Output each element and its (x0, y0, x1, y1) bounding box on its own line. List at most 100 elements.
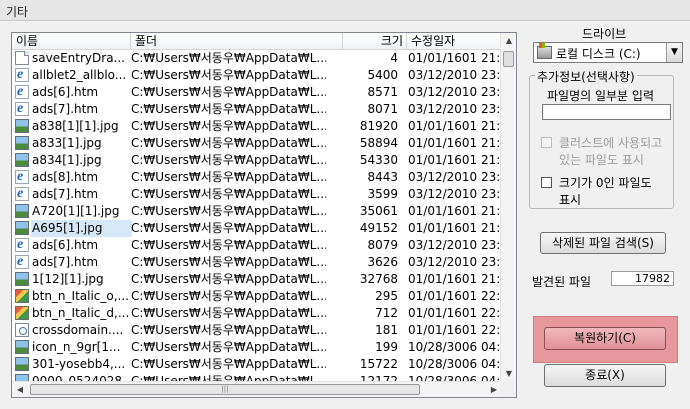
file-name-cell: ads[7].htm (32, 255, 99, 269)
vertical-scrollbar[interactable]: ▲ ▼ (500, 33, 516, 382)
cluster-checkbox-label-2: 있는 파일도 표시 (559, 153, 644, 167)
file-name-cell: crossdomain.... (32, 323, 124, 337)
file-name-cell: btn_n_Italic_o,... (32, 289, 129, 303)
exit-button[interactable]: 종료(X) (544, 364, 666, 387)
table-row[interactable]: allblet2_allblo... C:₩Users₩서동우₩AppData₩L… (12, 67, 502, 84)
folder-cell: C:₩Users₩서동우₩AppData₩L... (131, 187, 326, 201)
folder-cell: C:₩Users₩서동우₩AppData₩L... (131, 119, 326, 133)
folder-cell: C:₩Users₩서동우₩AppData₩L... (131, 272, 326, 286)
file-list[interactable]: 이름 폴더 크기 수정일자 saveEntryDra... C:₩Users₩서동… (11, 32, 517, 398)
file-name-cell: ads[6].htm (32, 85, 99, 99)
scroll-corner (500, 381, 516, 397)
folder-cell: C:₩Users₩서동우₩AppData₩L... (131, 238, 326, 252)
table-row[interactable]: btn_n_Italic_o,... C:₩Users₩서동우₩AppData₩L… (12, 288, 502, 305)
folder-cell: C:₩Users₩서동우₩AppData₩L... (131, 204, 326, 218)
size-cell: 8571 (367, 85, 398, 99)
file-name-cell: a834[1].jpg (32, 153, 102, 167)
drive-label: 드라이브 (582, 27, 627, 41)
filename-input[interactable] (542, 104, 671, 120)
table-row[interactable]: icon_n_9gr[1... C:₩Users₩서동우₩AppData₩L...… (12, 339, 502, 356)
date-cell: 01/01/1601 21:10 (408, 153, 502, 167)
date-cell: 03/12/2010 23:15 (408, 238, 502, 252)
table-row[interactable]: ads[7].htm C:₩Users₩서동우₩AppData₩L... 8071 0… (12, 101, 502, 118)
size-cell: 8071 (367, 102, 398, 116)
jpg-file-icon (15, 204, 29, 218)
css-file-icon (15, 323, 29, 337)
scroll-up-icon[interactable]: ▲ (501, 33, 517, 49)
horizontal-scrollbar[interactable]: ◀ ||| ▶ (12, 381, 502, 397)
file-name-cell: btn_n_Italic_d,... (32, 306, 130, 320)
size-cell: 3626 (367, 255, 398, 269)
drive-icon (537, 43, 552, 59)
date-cell: 01/01/1601 21:17 (408, 272, 502, 286)
table-row[interactable]: 1[12][1].jpg C:₩Users₩서동우₩AppData₩L... 327… (12, 271, 502, 288)
search-deleted-button[interactable]: 삭제된 파일 검색(S) (540, 232, 666, 254)
date-cell: 01/01/1601 22:43 (408, 306, 502, 320)
scroll-left-icon[interactable]: ◀ (12, 382, 28, 398)
file-name-cell: A695[1].jpg (31, 220, 132, 237)
folder-cell: C:₩Users₩서동우₩AppData₩L... (131, 255, 326, 269)
size-cell: 3599 (367, 187, 398, 201)
date-cell: 01/01/1601 21:31 (408, 119, 502, 133)
cluster-checkbox[interactable] (541, 137, 552, 148)
folder-cell: C:₩Users₩서동우₩AppData₩L... (131, 221, 326, 235)
column-size-header[interactable]: 크기 (343, 33, 407, 49)
file-name-cell: 1[12][1].jpg (32, 272, 104, 286)
jpg-file-icon (15, 221, 29, 235)
size-cell: 32768 (359, 272, 398, 286)
cluster-checkbox-label: 클러스트에 사용되고 (559, 136, 663, 150)
date-cell: 03/12/2010 23:17 (408, 68, 502, 82)
date-cell: 03/12/2010 23:15 (408, 187, 502, 201)
file-name-cell: 301-yosebb4,... (32, 357, 126, 371)
chevron-down-icon[interactable]: ▼ (666, 43, 682, 62)
table-row[interactable]: A695[1].jpg C:₩Users₩서동우₩AppData₩L... 4915… (12, 220, 502, 237)
zero-size-checkbox[interactable] (541, 177, 552, 188)
date-cell: 01/01/1601 21:53 (408, 51, 502, 65)
size-cell: 54330 (359, 153, 398, 167)
drive-select[interactable]: 로컬 디스크 (C:) ▼ (533, 42, 683, 63)
date-cell: 03/12/2010 23:17 (408, 170, 502, 184)
filename-label: 파일명의 일부분 입력 (547, 89, 654, 103)
folder-cell: C:₩Users₩서동우₩AppData₩L... (131, 170, 326, 184)
list-rows: saveEntryDra... C:₩Users₩서동우₩AppData₩L...… (12, 50, 502, 382)
scroll-down-icon[interactable]: ▼ (501, 366, 517, 382)
folder-cell: C:₩Users₩서동우₩AppData₩L... (131, 306, 326, 320)
column-name-header[interactable]: 이름 (12, 33, 131, 49)
table-row[interactable]: a833[1].jpg C:₩Users₩서동우₩AppData₩L... 5889… (12, 135, 502, 152)
html-file-icon (15, 170, 29, 184)
date-cell: 01/01/1601 21:10 (408, 221, 502, 235)
zero-size-checkbox-label: 크기가 0인 파일도 (559, 176, 652, 190)
table-row[interactable]: a834[1].jpg C:₩Users₩서동우₩AppData₩L... 5433… (12, 152, 502, 169)
table-row[interactable]: 301-yosebb4,... C:₩Users₩서동우₩AppData₩L...… (12, 356, 502, 373)
found-files-label: 발견된 파일 (532, 275, 592, 289)
file-name-cell: ads[8].htm (32, 170, 99, 184)
column-folder-header[interactable]: 폴더 (131, 33, 343, 49)
list-header: 이름 폴더 크기 수정일자 (12, 33, 502, 50)
column-date-header[interactable]: 수정일자 (407, 33, 502, 49)
date-cell: 01/01/1601 21:31 (408, 204, 502, 218)
table-row[interactable]: btn_n_Italic_d,... C:₩Users₩서동우₩AppData₩L… (12, 305, 502, 322)
table-row[interactable]: ads[6].htm C:₩Users₩서동우₩AppData₩L... 8079 0… (12, 237, 502, 254)
table-row[interactable]: crossdomain.... C:₩Users₩서동우₩AppData₩L...… (12, 322, 502, 339)
extra-options-title: 추가정보(선택사항) (535, 68, 637, 85)
table-row[interactable]: ads[7].htm C:₩Users₩서동우₩AppData₩L... 3599 0… (12, 186, 502, 203)
file-name-cell: ads[7].htm (32, 102, 99, 116)
horizontal-scroll-thumb[interactable]: ||| (30, 384, 420, 395)
zero-size-checkbox-label-2: 표시 (559, 193, 582, 207)
size-cell: 199 (375, 340, 398, 354)
table-row[interactable]: a838[1][1].jpg C:₩Users₩서동우₩AppData₩L... 8… (12, 118, 502, 135)
table-row[interactable]: ads[7].htm C:₩Users₩서동우₩AppData₩L... 3626 0… (12, 254, 502, 271)
table-row[interactable]: ads[8].htm C:₩Users₩서동우₩AppData₩L... 8443 0… (12, 169, 502, 186)
folder-cell: C:₩Users₩서동우₩AppData₩L... (131, 289, 326, 303)
file-name-cell: icon_n_9gr[1... (32, 340, 121, 354)
table-row[interactable]: saveEntryDra... C:₩Users₩서동우₩AppData₩L...… (12, 50, 502, 67)
restore-button[interactable]: 복원하기(C) (544, 327, 666, 350)
folder-cell: C:₩Users₩서동우₩AppData₩L... (131, 51, 326, 65)
table-row[interactable]: ads[6].htm C:₩Users₩서동우₩AppData₩L... 8571 0… (12, 84, 502, 101)
doc-file-icon (15, 51, 29, 65)
vertical-scroll-thumb[interactable] (503, 51, 514, 67)
date-cell: 03/12/2010 23:17 (408, 85, 502, 99)
html-file-icon (15, 102, 29, 116)
table-row[interactable]: A720[1][1].jpg C:₩Users₩서동우₩AppData₩L... 3… (12, 203, 502, 220)
found-files-count: 17982 (611, 271, 674, 286)
